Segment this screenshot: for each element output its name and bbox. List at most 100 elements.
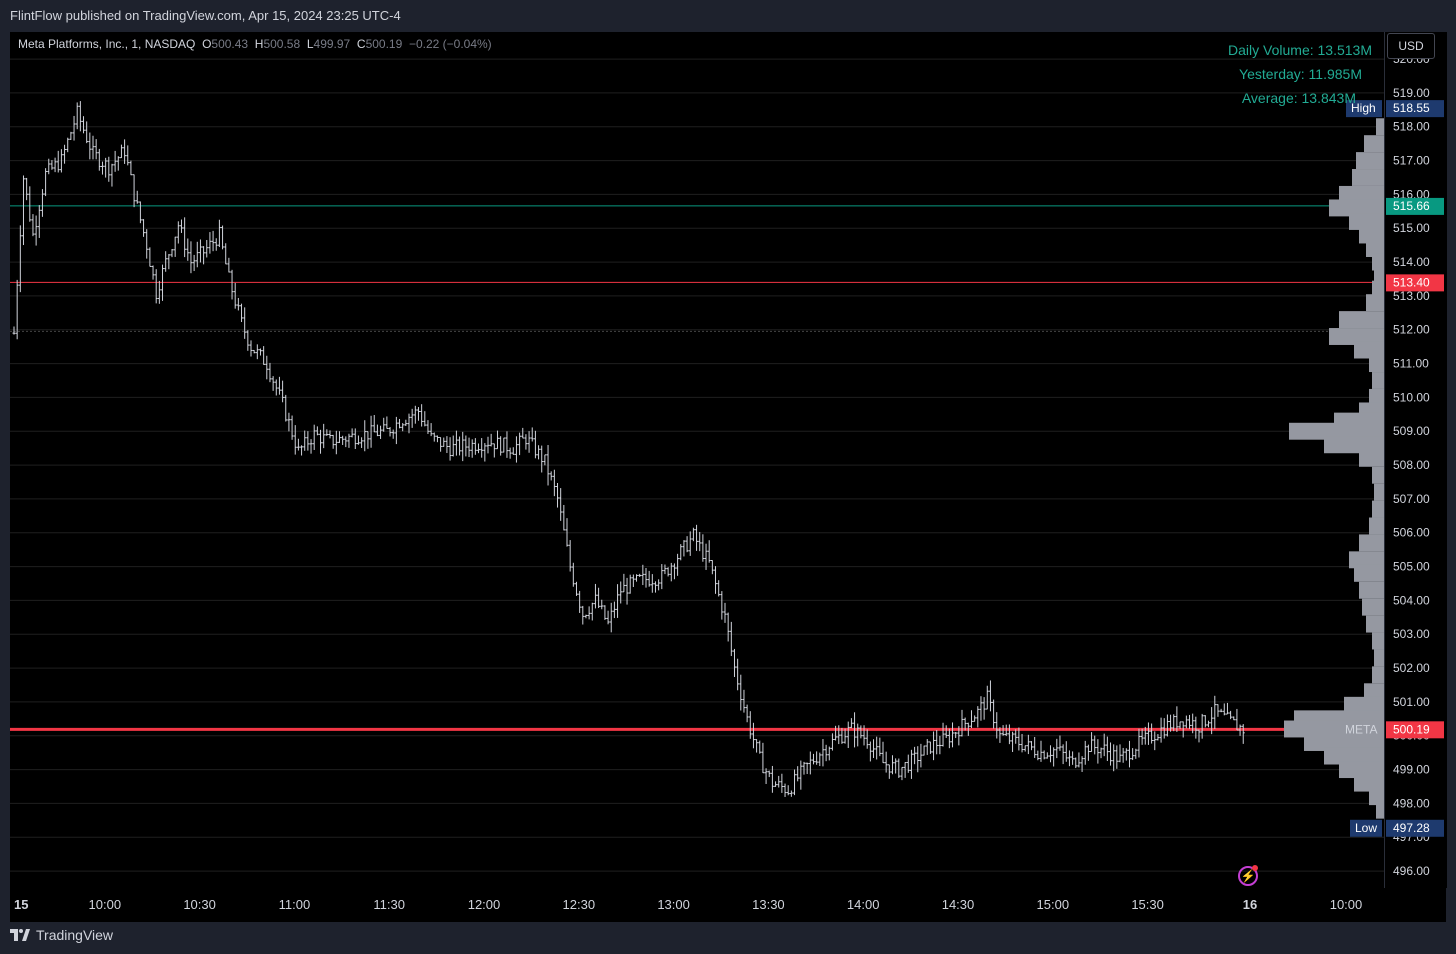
ohlc-bar — [805, 762, 809, 775]
time-tick-label: 12:30 — [563, 897, 596, 912]
ohlc-bar — [66, 137, 70, 153]
ohlc-bar — [679, 544, 683, 561]
ohlc-bar — [334, 430, 338, 455]
ohlc-bar — [985, 685, 989, 710]
ohlc-bar — [827, 746, 831, 761]
ohlc-bar — [1219, 708, 1223, 713]
ohlc-bar — [682, 540, 686, 557]
ohlc-bar — [300, 445, 304, 456]
ohlc-bar — [909, 749, 913, 779]
volume-profile-bar — [1372, 372, 1384, 389]
ohlc-bar — [363, 420, 367, 452]
ohlc-bar — [208, 232, 212, 254]
ohlc-bar — [486, 436, 490, 454]
ohlc-bar — [1017, 727, 1021, 751]
ohlc-bar — [151, 265, 155, 280]
ohlc-bar — [126, 145, 130, 166]
ohlc-bar — [113, 150, 117, 172]
ohlc-bar — [524, 434, 528, 450]
ohlc-bar — [606, 610, 610, 625]
ohlc-bar — [154, 269, 158, 304]
ohlc-bar — [331, 434, 335, 449]
ohlc-bar — [454, 430, 458, 456]
ohlc-bar — [777, 775, 781, 788]
ohlc-bar — [789, 790, 793, 797]
open-label: O — [202, 37, 212, 51]
ohlc-bar — [868, 741, 872, 762]
ohlc-bar — [581, 605, 585, 625]
ohlc-bar — [875, 736, 879, 760]
time-scale[interactable]: 15 10:00 10:30 11:00 11:30 12:00 12:30 13:00 13:… — [10, 888, 1446, 922]
ohlc-bar — [435, 435, 439, 443]
ohlc-bar — [1058, 735, 1062, 751]
ohlc-bar — [322, 423, 326, 449]
ohlc-bar — [1124, 748, 1128, 761]
time-tick-label: 10:00 — [1330, 897, 1363, 912]
ohlc-bar — [350, 428, 354, 438]
volume-profile-bar — [1366, 294, 1384, 312]
ohlc-bar — [492, 443, 496, 458]
level-price-label-text: 513.40 — [1393, 275, 1430, 289]
ohlc-bar — [1090, 732, 1094, 752]
ohlc-bar — [240, 303, 244, 323]
ohlc-bar — [941, 722, 945, 747]
ohlc-bar — [246, 330, 250, 351]
time-tick-label: 10:30 — [183, 897, 216, 912]
ohlc-bar — [1039, 740, 1043, 762]
ohlc-bar — [562, 504, 566, 531]
price-tick-label: 512.00 — [1393, 323, 1430, 337]
ohlc-bar — [1011, 731, 1015, 752]
ohlc-bar — [704, 543, 708, 570]
price-tick-label: 514.00 — [1393, 255, 1430, 269]
price-tick-label: 496.00 — [1393, 864, 1430, 878]
ohlc-bar — [723, 602, 727, 623]
ohlc-bar — [856, 723, 860, 747]
ohlc-bar — [1061, 744, 1065, 765]
time-axis[interactable]: 15 10:00 10:30 11:00 11:30 12:00 12:30 13:00 13:… — [10, 888, 1446, 922]
ohlc-bar — [426, 420, 430, 434]
ohlc-bar — [148, 247, 152, 267]
ohlc-bar — [262, 346, 266, 365]
currency-button[interactable]: USD — [1387, 33, 1435, 59]
volume-profile-bar — [1372, 632, 1384, 650]
ohlc-bar — [255, 344, 259, 360]
ohlc-bar — [360, 437, 364, 448]
ohlc-bar — [50, 160, 54, 170]
volume-profile-bar — [1366, 615, 1384, 633]
price-tick-label: 503.00 — [1393, 627, 1430, 641]
ohlc-bar — [638, 573, 642, 577]
price-chart[interactable]: HighLowMETA — [10, 32, 1384, 888]
ohlc-bar — [846, 721, 850, 749]
ohlc-bar — [1020, 733, 1024, 753]
ohlc-bar — [1156, 734, 1160, 741]
ohlc-bar — [1153, 731, 1157, 751]
level-price-label-text: 500.19 — [1393, 722, 1430, 736]
ohlc-bar — [284, 394, 288, 422]
ohlc-bar — [508, 447, 512, 459]
ohlc-bar — [467, 437, 471, 458]
ohlc-bar — [635, 574, 639, 582]
ohlc-bar — [1200, 713, 1204, 739]
ohlc-bar — [973, 715, 977, 722]
ohlc-bar — [612, 601, 616, 619]
ohlc-bar — [145, 229, 149, 259]
ohlc-bar — [887, 764, 891, 779]
ohlc-bar — [227, 257, 231, 273]
ohlc-bar — [116, 156, 120, 171]
ohlc-bar — [593, 583, 597, 609]
ohlc-bar — [1232, 716, 1236, 721]
ohlc-bar — [786, 785, 790, 796]
ohlc-bar — [319, 429, 323, 454]
ohlc-bar — [416, 407, 420, 421]
symbol-legend: Meta Platforms, Inc., 1, NASDAQ O500.43 … — [18, 37, 492, 51]
ohlc-bar — [347, 433, 351, 448]
price-axis[interactable]: 496.00497.00498.00499.00500.00501.00502.… — [1384, 32, 1447, 888]
price-scale[interactable]: 496.00497.00498.00499.00500.00501.00502.… — [1385, 32, 1447, 888]
ohlc-bar — [91, 135, 95, 160]
ohlc-bar — [205, 239, 209, 258]
symbol-name[interactable]: Meta Platforms, Inc., 1, NASDAQ — [18, 37, 195, 51]
ohlc-bar — [663, 564, 667, 575]
chart-pane[interactable]: High Low META Daily Volume: 13.513M Yester… — [10, 32, 1384, 888]
ohlc-bar — [40, 189, 44, 217]
ohlc-bar — [815, 751, 819, 765]
